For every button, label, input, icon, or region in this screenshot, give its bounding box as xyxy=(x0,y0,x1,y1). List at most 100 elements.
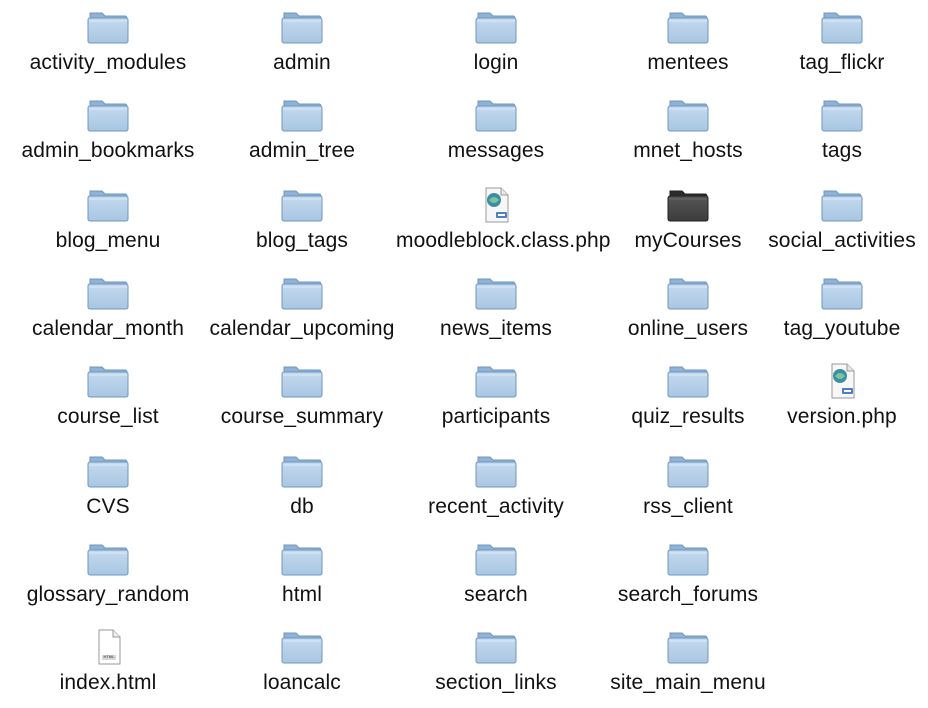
folder-icon[interactable] xyxy=(278,362,326,400)
file-item[interactable]: loancalc xyxy=(202,620,402,700)
folder-icon[interactable] xyxy=(818,96,866,134)
file-item[interactable]: version.php xyxy=(742,354,928,434)
file-name-label: db xyxy=(290,495,314,518)
file-item[interactable]: HTML index.html xyxy=(8,620,208,700)
file-item[interactable]: blog_menu xyxy=(8,178,208,258)
file-name-label: version.php xyxy=(787,405,897,428)
folder-icon[interactable] xyxy=(84,96,132,134)
file-item[interactable]: admin_tree xyxy=(202,88,402,168)
file-item[interactable]: tag_flickr xyxy=(742,0,928,80)
folder-icon[interactable] xyxy=(818,8,866,46)
dark-folder-icon[interactable] xyxy=(664,186,712,224)
file-name-label: tag_flickr xyxy=(799,51,885,74)
file-item[interactable]: social_activities xyxy=(742,178,928,258)
file-item[interactable]: section_links xyxy=(396,620,596,700)
file-name-label: course_summary xyxy=(220,405,384,428)
file-item[interactable]: tag_youtube xyxy=(742,266,928,346)
file-name-label: search xyxy=(464,583,528,606)
file-item[interactable]: site_main_menu xyxy=(588,620,788,700)
folder-icon[interactable] xyxy=(278,628,326,666)
file-item[interactable]: CVS xyxy=(8,444,208,524)
file-item[interactable]: participants xyxy=(396,354,596,434)
file-name-label: glossary_random xyxy=(26,583,190,606)
file-name-label: news_items xyxy=(440,317,552,340)
file-item[interactable]: tags xyxy=(742,88,928,168)
folder-icon[interactable] xyxy=(664,540,712,578)
file-item[interactable]: glossary_random xyxy=(8,532,208,612)
folder-icon[interactable] xyxy=(84,540,132,578)
file-item[interactable]: course_list xyxy=(8,354,208,434)
folder-icon[interactable] xyxy=(664,8,712,46)
file-item[interactable]: admin xyxy=(202,0,402,80)
folder-icon[interactable] xyxy=(472,274,520,312)
folder-icon[interactable] xyxy=(84,452,132,490)
folder-icon[interactable] xyxy=(84,274,132,312)
folder-icon[interactable] xyxy=(818,186,866,224)
folder-icon[interactable] xyxy=(472,540,520,578)
folder-icon[interactable] xyxy=(84,362,132,400)
file-item[interactable]: admin_bookmarks xyxy=(8,88,208,168)
php-file-icon[interactable] xyxy=(472,186,520,224)
folder-icon[interactable] xyxy=(278,540,326,578)
folder-icon[interactable] xyxy=(664,362,712,400)
folder-icon[interactable] xyxy=(472,362,520,400)
file-item[interactable]: login xyxy=(396,0,596,80)
html-file-icon[interactable]: HTML xyxy=(84,628,132,666)
file-item[interactable]: moodleblock.class.php xyxy=(396,178,611,258)
file-name-label: section_links xyxy=(435,671,557,694)
folder-icon[interactable] xyxy=(278,186,326,224)
file-item[interactable]: recent_activity xyxy=(396,444,596,524)
folder-icon[interactable] xyxy=(472,96,520,134)
file-name-label: index.html xyxy=(59,671,157,694)
file-name-label: social_activities xyxy=(768,229,916,252)
file-name-label: loancalc xyxy=(263,671,341,694)
folder-icon[interactable] xyxy=(664,96,712,134)
folder-icon[interactable] xyxy=(664,628,712,666)
folder-icon[interactable] xyxy=(472,628,520,666)
file-item[interactable]: calendar_upcoming xyxy=(202,266,402,346)
file-item[interactable]: blog_tags xyxy=(202,178,402,258)
file-item[interactable]: calendar_month xyxy=(8,266,208,346)
file-item[interactable]: search xyxy=(396,532,596,612)
file-name-label: search_forums xyxy=(617,583,759,606)
file-name-label: admin_bookmarks xyxy=(21,139,195,162)
file-item[interactable]: activity_modules xyxy=(8,0,208,80)
file-name-label: login xyxy=(473,51,519,74)
folder-icon[interactable] xyxy=(664,452,712,490)
file-item[interactable]: rss_client xyxy=(588,444,788,524)
file-name-label: recent_activity xyxy=(428,495,564,518)
folder-icon[interactable] xyxy=(664,274,712,312)
file-name-label: CVS xyxy=(86,495,130,518)
file-item[interactable]: news_items xyxy=(396,266,596,346)
file-name-label: calendar_upcoming xyxy=(209,317,395,340)
file-item[interactable]: db xyxy=(202,444,402,524)
file-item[interactable]: html xyxy=(202,532,402,612)
folder-icon[interactable] xyxy=(278,452,326,490)
file-name-label: tags xyxy=(821,139,863,162)
folder-icon[interactable] xyxy=(84,8,132,46)
file-name-label: blog_menu xyxy=(55,229,161,252)
file-name-label: moodleblock.class.php xyxy=(396,229,611,252)
file-item[interactable]: search_forums xyxy=(588,532,788,612)
file-name-label: course_list xyxy=(57,405,159,428)
file-name-label: admin xyxy=(273,51,331,74)
file-name-label: calendar_month xyxy=(32,317,184,340)
file-name-label: admin_tree xyxy=(248,139,356,162)
folder-icon[interactable] xyxy=(84,186,132,224)
file-name-label: site_main_menu xyxy=(610,671,766,694)
folder-icon[interactable] xyxy=(472,8,520,46)
folder-icon[interactable] xyxy=(818,274,866,312)
file-item[interactable]: messages xyxy=(396,88,596,168)
php-file-icon[interactable] xyxy=(818,362,866,400)
file-name-label: activity_modules xyxy=(29,51,187,74)
folder-icon[interactable] xyxy=(472,452,520,490)
finder-icon-grid: activity_modules admin login mentees tag xyxy=(0,0,928,708)
folder-icon[interactable] xyxy=(278,96,326,134)
folder-icon[interactable] xyxy=(278,8,326,46)
file-name-label: rss_client xyxy=(643,495,733,518)
file-name-label: html xyxy=(281,583,323,606)
folder-icon[interactable] xyxy=(278,274,326,312)
file-type-badge: HTML xyxy=(103,654,115,659)
file-name-label: participants xyxy=(441,405,551,428)
file-item[interactable]: course_summary xyxy=(202,354,402,434)
